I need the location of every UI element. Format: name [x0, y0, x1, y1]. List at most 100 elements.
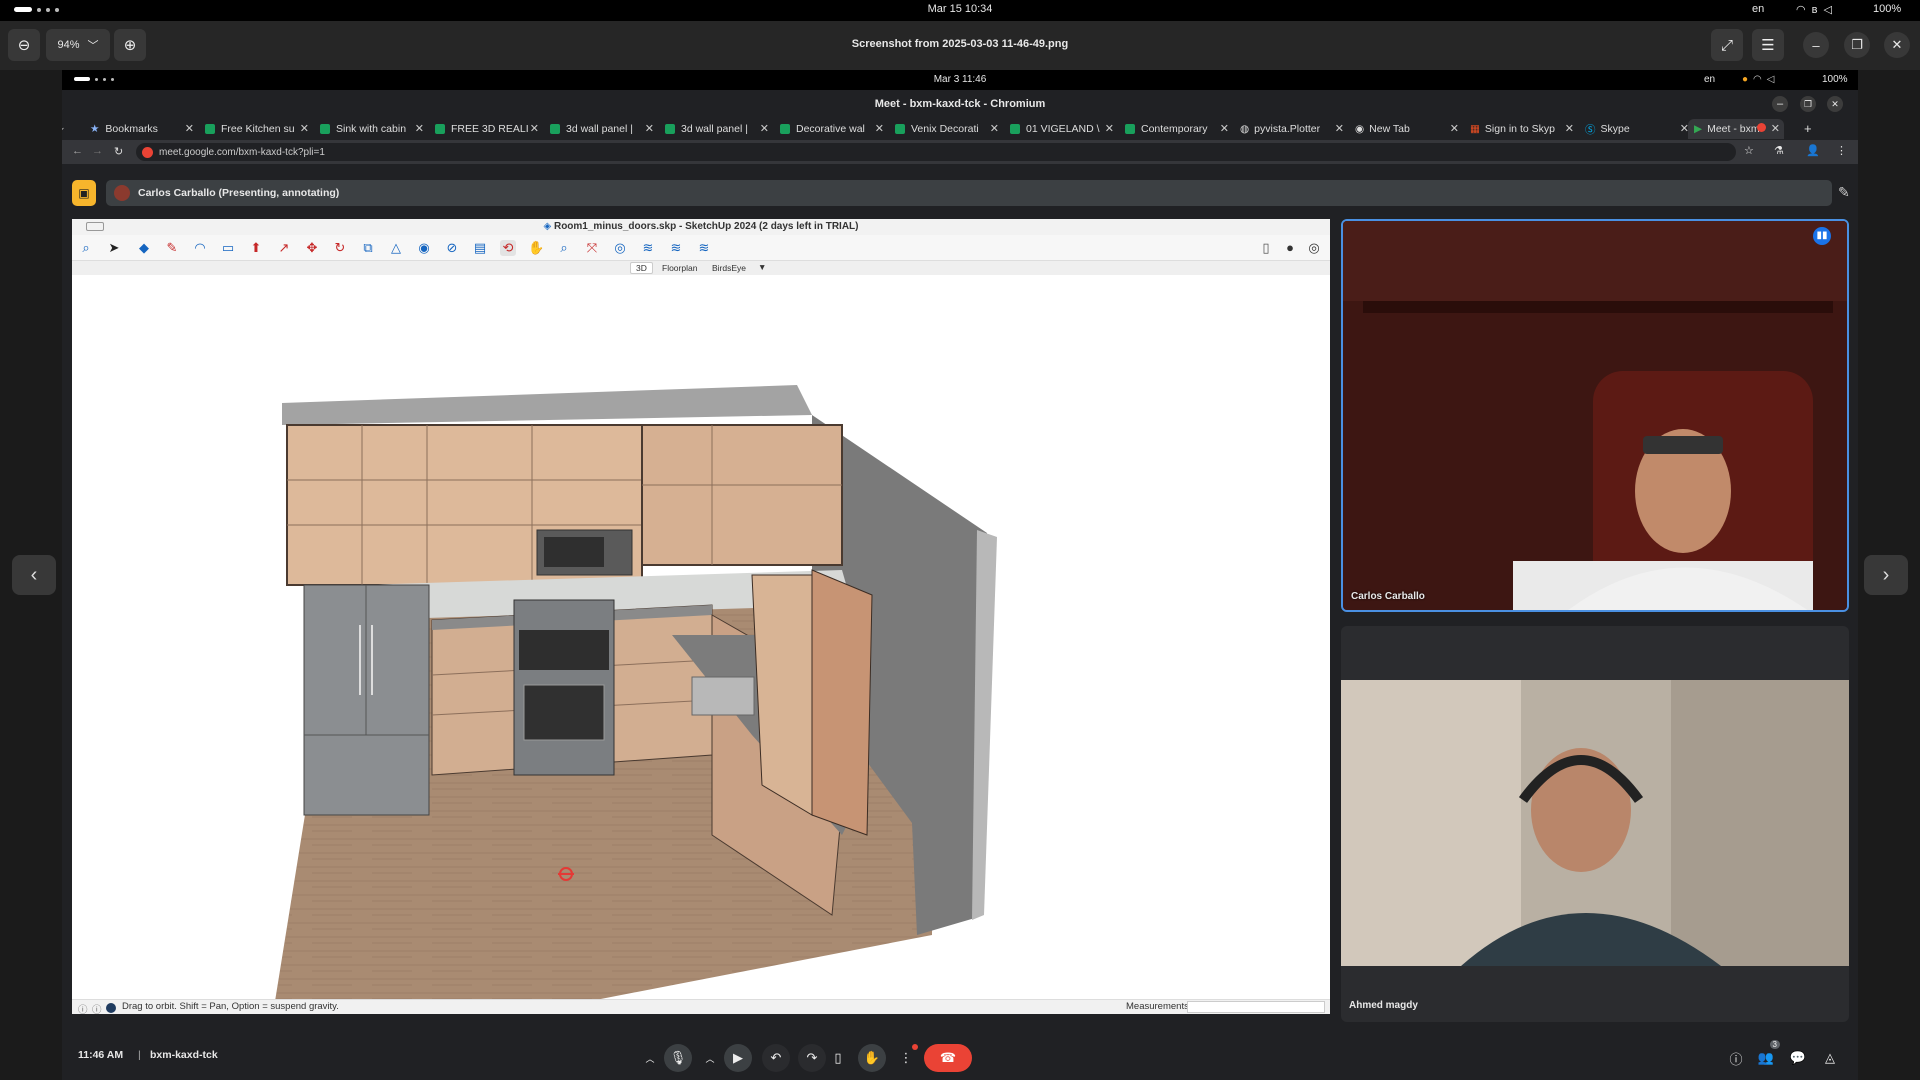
- tab-pyvista[interactable]: ◍ pyvista.Plotter ✕: [1234, 119, 1348, 139]
- document-icon[interactable]: ▯: [1258, 240, 1274, 256]
- rotate-icon[interactable]: ↻: [332, 240, 348, 256]
- close-tab-icon[interactable]: ✕: [1220, 122, 1229, 135]
- raise-hand-button[interactable]: ✋: [858, 1044, 886, 1072]
- annotate-button[interactable]: ✎: [1838, 184, 1850, 201]
- close-tab-icon[interactable]: ✕: [415, 122, 424, 135]
- help-icon[interactable]: ◎: [1306, 240, 1322, 256]
- minimize-button[interactable]: –: [1803, 32, 1829, 58]
- tape-measure-icon[interactable]: △: [388, 240, 404, 256]
- video-options-button[interactable]: ︿: [696, 1044, 724, 1072]
- more-options-button[interactable]: ⋮: [892, 1044, 920, 1072]
- tab-new-tab[interactable]: ◉ New Tab ✕: [1349, 119, 1463, 139]
- fullscreen-button[interactable]: ⤢: [1711, 29, 1743, 61]
- close-button[interactable]: ✕: [1884, 32, 1910, 58]
- status-icons[interactable]: ◠ʙ◁: [1796, 3, 1838, 16]
- tab-search-button[interactable]: ⌄: [62, 122, 66, 133]
- close-tab-icon[interactable]: ✕: [1335, 122, 1344, 135]
- select-arrow-icon[interactable]: ➤: [106, 240, 122, 256]
- scene-menu-icon[interactable]: ▼: [758, 262, 766, 272]
- tab-sign-in-skype[interactable]: ▦ Sign in to Skyp ✕: [1464, 119, 1578, 139]
- tab-contemporary[interactable]: Contemporary ✕: [1119, 119, 1233, 139]
- close-tab-icon[interactable]: ✕: [990, 122, 999, 135]
- layers-icon[interactable]: ≋: [640, 240, 656, 256]
- zoom-icon[interactable]: ⌕: [556, 240, 572, 256]
- menu-button[interactable]: ☰: [1752, 29, 1784, 61]
- clock[interactable]: Mar 15 10:34: [0, 3, 1920, 15]
- close-tab-icon[interactable]: ✕: [1105, 122, 1114, 135]
- back-button[interactable]: ←: [72, 145, 83, 157]
- browser-maximize-button[interactable]: ❐: [1800, 96, 1816, 112]
- leave-call-button[interactable]: ☎: [924, 1044, 972, 1072]
- close-tab-icon[interactable]: ✕: [645, 122, 654, 135]
- tab-venix[interactable]: Venix Decorati ✕: [889, 119, 1003, 139]
- bookmark-star-button[interactable]: ☆: [1744, 144, 1754, 157]
- audio-options-button[interactable]: ︿: [636, 1044, 664, 1072]
- model-viewport[interactable]: [72, 275, 1330, 999]
- browser-close-button[interactable]: ✕: [1827, 96, 1843, 112]
- tab-sink-cabinet[interactable]: Sink with cabin ✕: [314, 119, 428, 139]
- extension-warehouse-icon[interactable]: ≋: [696, 240, 712, 256]
- url-field[interactable]: meet.google.com/bxm-kaxd-tck?pli=1: [136, 143, 1736, 161]
- styles-icon[interactable]: ◎: [612, 240, 628, 256]
- pencil-line-icon[interactable]: ✎: [164, 240, 180, 256]
- labs-button[interactable]: ⚗: [1774, 144, 1784, 157]
- info-icon[interactable]: ⓘ: [78, 1002, 88, 1014]
- forward-button[interactable]: →: [92, 145, 103, 157]
- microphone-button[interactable]: 🎙: [664, 1044, 692, 1072]
- camera-button[interactable]: ▶: [724, 1044, 752, 1072]
- close-tab-icon[interactable]: ✕: [300, 122, 309, 135]
- participant-tile-ahmed[interactable]: Ahmed magdy: [1341, 626, 1849, 1022]
- scale-icon[interactable]: ⧉: [360, 240, 376, 256]
- language-indicator[interactable]: en: [1752, 3, 1764, 15]
- tab-free-kitchen[interactable]: Free Kitchen su ✕: [199, 119, 313, 139]
- close-tab-icon[interactable]: ✕: [1565, 122, 1574, 135]
- chat-button[interactable]: 💬: [1784, 1044, 1812, 1072]
- zoom-extents-icon[interactable]: ⤧: [584, 240, 600, 256]
- close-tab-icon[interactable]: ✕: [1771, 122, 1780, 135]
- scene-tab-floorplan[interactable]: Floorplan: [662, 263, 697, 273]
- pan-hand-icon[interactable]: ✋: [528, 240, 544, 256]
- arc-icon[interactable]: ◠: [192, 240, 208, 256]
- close-tab-icon[interactable]: ✕: [875, 122, 884, 135]
- tab-skype[interactable]: Ⓢ Skype ✕: [1579, 119, 1693, 139]
- browser-menu-button[interactable]: ⋮: [1836, 144, 1847, 157]
- close-tab-icon[interactable]: ✕: [185, 122, 194, 135]
- undo-annotation-button[interactable]: ↶: [762, 1044, 790, 1072]
- new-tab-button[interactable]: +: [1804, 121, 1812, 136]
- tab-vigeland[interactable]: 01 VIGELAND \ ✕: [1004, 119, 1118, 139]
- eraser-icon[interactable]: ◆: [136, 240, 152, 256]
- credits-icon[interactable]: ⓘ: [92, 1002, 102, 1014]
- tab-decorative-wall[interactable]: Decorative wal ✕: [774, 119, 888, 139]
- people-button[interactable]: 👥 3: [1752, 1040, 1780, 1072]
- profile-button[interactable]: 👤: [1806, 144, 1820, 157]
- presenting-indicator[interactable]: ▣: [72, 180, 96, 206]
- paint-bucket-icon[interactable]: ◉: [416, 240, 432, 256]
- rectangle-icon[interactable]: ▭: [220, 240, 236, 256]
- follow-me-icon[interactable]: ↗: [276, 240, 292, 256]
- close-tab-icon[interactable]: ✕: [530, 122, 539, 135]
- present-button[interactable]: ▯: [824, 1044, 852, 1072]
- close-tab-icon[interactable]: ✕: [1450, 122, 1459, 135]
- tab-meet-active[interactable]: ▶ Meet - bxm ✕: [1688, 119, 1784, 139]
- meeting-details-button[interactable]: ⓘ: [1722, 1044, 1750, 1072]
- measurements-input[interactable]: [1187, 1001, 1325, 1013]
- close-tab-icon[interactable]: ✕: [760, 122, 769, 135]
- tab-bookmarks[interactable]: ★ Bookmarks ✕: [84, 119, 198, 139]
- account-icon[interactable]: ●: [1282, 240, 1298, 256]
- push-pull-icon[interactable]: ⬆: [248, 240, 264, 256]
- redo-annotation-button[interactable]: ↷: [798, 1044, 826, 1072]
- orbit-icon[interactable]: ⟲: [500, 240, 516, 256]
- move-icon[interactable]: ✥: [304, 240, 320, 256]
- search-icon[interactable]: ⌕: [78, 240, 94, 256]
- reload-button[interactable]: ↻: [114, 145, 123, 158]
- geo-location-icon[interactable]: [106, 1003, 116, 1013]
- section-plane-icon[interactable]: ⊘: [444, 240, 460, 256]
- tab-3d-wall-panel-1[interactable]: 3d wall panel | ✕: [544, 119, 658, 139]
- activities-button[interactable]: ◬: [1816, 1044, 1844, 1072]
- tab-3d-wall-panel-2[interactable]: 3d wall panel | ✕: [659, 119, 773, 139]
- next-image-button[interactable]: ›: [1864, 555, 1908, 595]
- text-icon[interactable]: ▤: [472, 240, 488, 256]
- participant-tile-carlos[interactable]: ▮▮ Carlos Carballo: [1341, 219, 1849, 612]
- previous-image-button[interactable]: ‹: [12, 555, 56, 595]
- components-icon[interactable]: ≋: [668, 240, 684, 256]
